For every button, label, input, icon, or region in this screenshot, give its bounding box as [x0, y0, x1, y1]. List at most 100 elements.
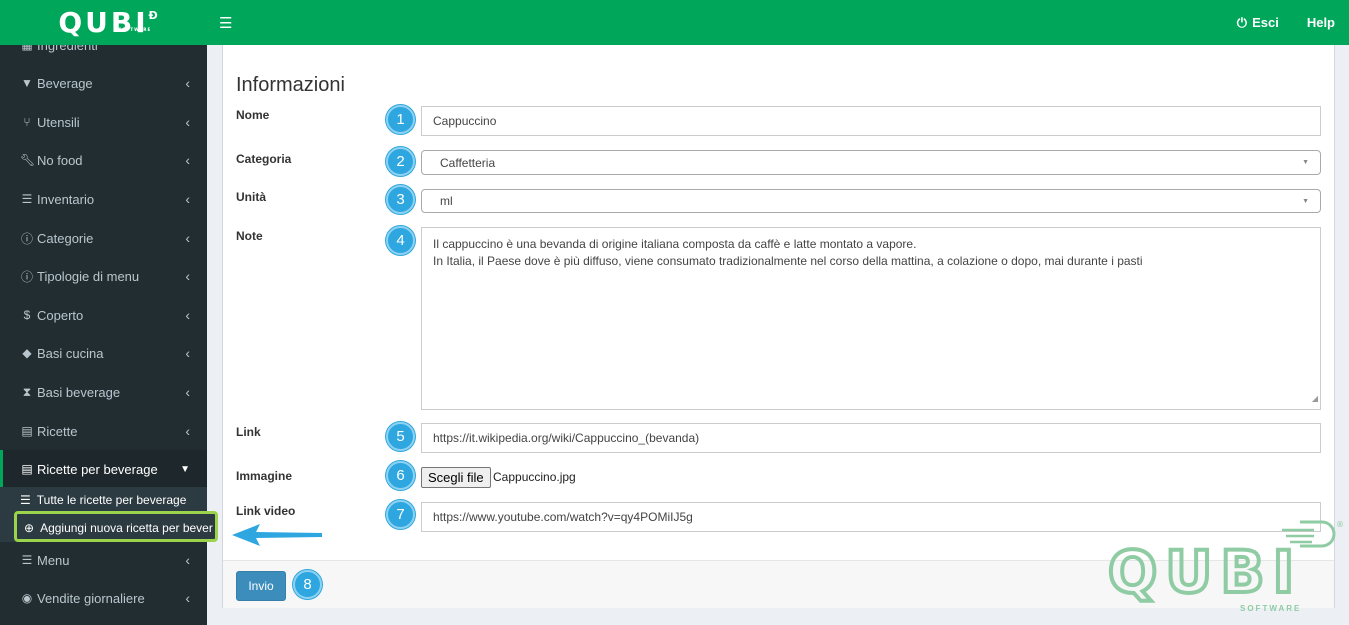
- link-input-value: https://it.wikipedia.org/wiki/Cappuccino…: [433, 431, 700, 445]
- submit-button[interactable]: Invio: [236, 571, 286, 601]
- selected-file-name: Cappuccino.jpg: [493, 470, 576, 484]
- sidebar-item-ricette[interactable]: ▤ Ricette ‹: [0, 412, 207, 450]
- sidebar-item-no-food[interactable]: 🔧︎ No food ‹: [0, 141, 207, 179]
- sidebar-item-label: Basi cucina: [37, 345, 104, 361]
- dollar-icon: $: [23, 308, 31, 322]
- step-badge: 1: [386, 105, 415, 134]
- submenu-item-aggiungi-nuova-ricetta[interactable]: ⊕ Aggiungi nuova ricetta per bever: [24, 521, 213, 535]
- categoria-select[interactable]: Caffetteria ▼: [421, 150, 1321, 175]
- sidebar-item-label: Basi beverage: [37, 384, 121, 400]
- field-label-note: Note: [236, 229, 263, 243]
- sidebar-item-basi-cucina[interactable]: ◆ Basi cucina ‹: [0, 334, 207, 372]
- file-icon: ▤: [21, 462, 33, 476]
- sidebar-item-label: Vendite giornaliere: [37, 590, 145, 606]
- note-text-line: In Italia, il Paese dove è più diffuso, …: [433, 254, 1143, 268]
- cutlery-icon: ⑂: [23, 115, 31, 129]
- list-icon: ☰: [20, 493, 31, 507]
- wrench-icon: 🔧︎: [20, 153, 36, 167]
- step-badge: 7: [386, 500, 415, 529]
- watermark-subtitle: SOFTWARE: [1240, 604, 1302, 613]
- nome-input[interactable]: Cappuccino: [421, 106, 1321, 136]
- logo-subtitle: SOFTWARE: [118, 26, 152, 32]
- step-badge: 5: [386, 422, 415, 451]
- svg-text:®: ®: [1336, 520, 1344, 529]
- sidebar-item-menu[interactable]: ☰ Menu ‹: [0, 541, 207, 579]
- form-box: Informazioni Nome 1 Cappuccino Categoria…: [222, 45, 1335, 608]
- sidebar-item-tipologie-di-menu[interactable]: ⓘ Tipologie di menu ‹: [0, 257, 207, 295]
- step-badge: 3: [386, 185, 415, 214]
- submenu-item-label: Tutte le ricette per beverage: [36, 493, 187, 507]
- note-textarea[interactable]: Il cappuccino è una bevanda di origine i…: [421, 227, 1321, 410]
- chevron-left-icon: ‹: [185, 114, 190, 130]
- sidebar-item-label: Coperto: [37, 307, 84, 323]
- sidebar-item-label: Ricette per beverage: [37, 461, 158, 477]
- sidebar-item-label: Inventario: [37, 191, 95, 207]
- sidebar-item-label: No food: [37, 152, 83, 168]
- chevron-left-icon: ‹: [185, 307, 190, 323]
- sidebar-item-label: Categorie: [37, 230, 94, 246]
- choose-file-button[interactable]: Scegli file: [421, 467, 491, 488]
- annotation-arrow-icon: [232, 524, 322, 546]
- sidebar-item-utensili[interactable]: ⑂ Utensili ‹: [0, 103, 207, 141]
- chevron-left-icon: ‹: [185, 345, 190, 361]
- logout-label: Esci: [1252, 15, 1279, 30]
- unita-select[interactable]: ml ▼: [421, 189, 1321, 213]
- step-badge: 2: [386, 147, 415, 176]
- chevron-left-icon: ‹: [185, 552, 190, 568]
- info-icon: ⓘ: [20, 269, 33, 284]
- step-badge: 4: [386, 226, 415, 255]
- top-navbar: ☰ ⏻ Esci Help: [207, 0, 1349, 45]
- sidebar-item-vendite-giornaliere[interactable]: ◉ Vendite giornaliere ‹: [0, 579, 207, 617]
- dropdown-caret-icon: ▼: [1302, 197, 1309, 205]
- watermark-text: QUBI: [1106, 538, 1303, 606]
- field-label-nome: Nome: [236, 108, 270, 122]
- chevron-left-icon: ‹: [185, 423, 190, 439]
- list-icon: ☰: [21, 553, 33, 567]
- power-icon: ⏻: [1236, 14, 1248, 30]
- field-label-categoria: Categoria: [236, 152, 292, 166]
- cocktail-icon: ▼: [21, 76, 33, 90]
- logo[interactable]: QUBI Ð SOFTWARE: [0, 0, 207, 45]
- help-button[interactable]: Help: [1293, 15, 1349, 30]
- hourglass-icon: ⧗: [22, 384, 32, 399]
- table-icon: ☰: [21, 192, 33, 206]
- box-title: Informazioni: [236, 74, 345, 96]
- chevron-left-icon: ‹: [185, 268, 190, 284]
- link-video-input[interactable]: https://www.youtube.com/watch?v=qy4POMiI…: [421, 502, 1321, 532]
- sidebar-item-label: Utensili: [37, 114, 80, 130]
- submenu-item-tutte-le-ricette[interactable]: ☰ Tutte le ricette per beverage: [20, 493, 186, 507]
- sidebar-item-label: Ricette: [37, 423, 78, 439]
- sidebar-item-label: Tipologie di menu: [37, 268, 140, 284]
- file-icon: ▤: [21, 424, 33, 438]
- field-label-link-video: Link video: [236, 504, 296, 518]
- link-input[interactable]: https://it.wikipedia.org/wiki/Cappuccino…: [421, 423, 1321, 453]
- cube-icon: ◆: [22, 346, 32, 360]
- categoria-select-value: Caffetteria: [440, 155, 496, 170]
- dropdown-caret-icon: ▼: [1302, 159, 1309, 166]
- resize-grip-icon[interactable]: ◢: [1312, 390, 1318, 407]
- plus-circle-icon: ⊕: [24, 521, 35, 535]
- sidebar-item-ricette-per-beverage[interactable]: ▤ Ricette per beverage ▼: [0, 450, 207, 488]
- chevron-down-icon: ▼: [180, 463, 190, 475]
- sidebar-item-inventario[interactable]: ☰ Inventario ‹: [0, 180, 207, 218]
- sidebar-item-label: Beverage: [37, 75, 93, 91]
- sidebar-item-basi-beverage[interactable]: ⧗ Basi beverage ‹: [0, 373, 207, 411]
- logout-button[interactable]: ⏻ Esci: [1223, 15, 1293, 31]
- sidebar-item-categorie[interactable]: ⓘ Categorie ‹: [0, 219, 207, 257]
- sidebar-item-beverage[interactable]: ▼ Beverage ‹: [0, 64, 207, 102]
- submenu-item-label: Aggiungi nuova ricetta per bever: [40, 521, 213, 535]
- step-badge: 6: [386, 461, 415, 490]
- chevron-left-icon: ‹: [185, 191, 190, 207]
- link-video-input-value: https://www.youtube.com/watch?v=qy4POMiI…: [433, 510, 693, 524]
- step-badge: 8: [293, 570, 322, 599]
- sidebar-item-coperto[interactable]: $ Coperto ‹: [0, 296, 207, 334]
- field-label-link: Link: [236, 425, 261, 439]
- field-label-immagine: Immagine: [236, 469, 293, 483]
- chevron-left-icon: ‹: [185, 590, 190, 606]
- help-label: Help: [1306, 15, 1335, 30]
- hamburger-icon[interactable]: ☰: [219, 14, 232, 32]
- info-icon: ⓘ: [20, 231, 33, 246]
- sidebar-item-label: Menu: [37, 552, 70, 568]
- arrow-circle-icon: ◉: [21, 591, 33, 605]
- chevron-left-icon: ‹: [185, 230, 190, 246]
